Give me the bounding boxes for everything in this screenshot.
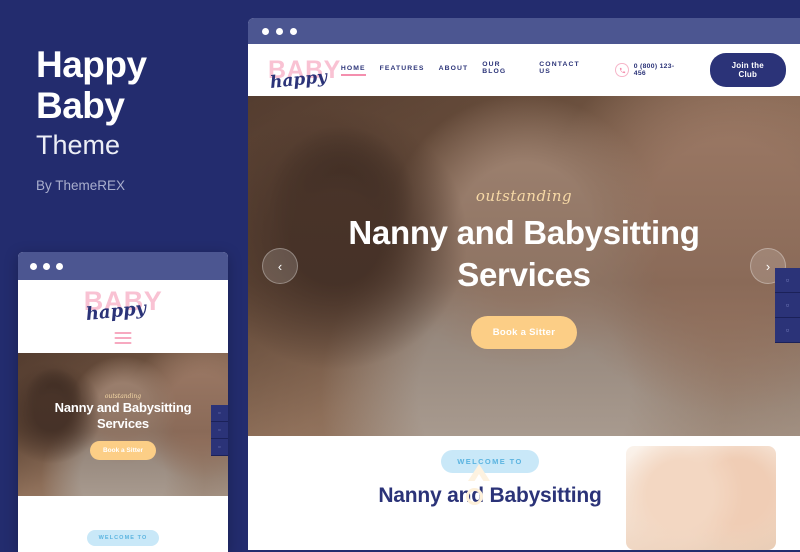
hero-slider: outstanding Nanny and Babysitting Servic…: [248, 96, 800, 436]
page-title: Happy Baby: [36, 44, 236, 126]
phone-contact[interactable]: 0 (800) 123-456: [615, 63, 683, 77]
hamburger-menu-icon[interactable]: [114, 332, 132, 347]
traffic-light-maximize-icon[interactable]: [290, 27, 297, 35]
slider-prev-arrow-icon[interactable]: ‹: [262, 248, 298, 284]
mobile-hero: outstanding Nanny and Babysitting Servic…: [18, 353, 228, 496]
mobile-book-a-sitter-button[interactable]: Book a Sitter: [89, 441, 157, 460]
twitter-icon[interactable]: ▫: [775, 293, 800, 318]
triangle-decoration-inner: [474, 474, 484, 482]
welcome-text-block: WELCOME TO Nanny and Babysitting: [370, 450, 610, 509]
author-credit: By ThemeREX: [36, 178, 126, 193]
traffic-light-maximize-icon[interactable]: [56, 262, 63, 270]
mobile-social-rail: ▫ ▫ ▫: [211, 405, 228, 456]
brand-block: Happy Baby Theme By ThemeREX: [36, 44, 236, 193]
traffic-light-minimize-icon[interactable]: [276, 27, 283, 35]
phone-number: 0 (800) 123-456: [633, 63, 675, 77]
welcome-photo: [626, 446, 776, 550]
phone-icon: [615, 63, 629, 77]
nav-item-contact-us[interactable]: CONTACT US: [539, 61, 591, 79]
site-logo[interactable]: BABY happy: [268, 57, 341, 92]
title-line-1: Happy: [36, 44, 147, 85]
join-the-club-button[interactable]: Join the Club: [709, 53, 786, 87]
mobile-preview-window: BABY happy outstanding Nanny and Babysit…: [18, 252, 228, 552]
burger-line: [114, 337, 132, 339]
traffic-light-minimize-icon[interactable]: [43, 262, 50, 270]
welcome-heading: Nanny and Babysitting: [378, 484, 602, 507]
hero-content: outstanding Nanny and Babysitting Servic…: [248, 96, 800, 436]
burger-line: [114, 332, 132, 334]
social-rail: ▫ ▫ ▫: [775, 268, 800, 343]
facebook-icon[interactable]: ▫: [211, 405, 228, 422]
title-line-2: Baby: [36, 85, 125, 126]
book-a-sitter-button[interactable]: Book a Sitter: [470, 316, 578, 349]
instagram-icon[interactable]: ▫: [775, 318, 800, 343]
browser-titlebar: [248, 18, 800, 44]
twitter-icon[interactable]: ▫: [211, 422, 228, 439]
nav-item-our-blog[interactable]: OUR BLOG: [482, 61, 525, 79]
ring-decoration: [466, 488, 483, 505]
burger-line: [114, 342, 132, 344]
nav-item-about[interactable]: ABOUT: [439, 65, 469, 76]
nav-item-home[interactable]: HOME: [340, 65, 366, 76]
instagram-icon[interactable]: ▫: [211, 439, 228, 456]
mobile-welcome-badge: WELCOME TO: [86, 530, 160, 546]
traffic-light-close-icon[interactable]: [262, 27, 269, 35]
welcome-badge: WELCOME TO: [441, 450, 539, 473]
facebook-icon[interactable]: ▫: [775, 268, 800, 293]
mobile-hero-title: Nanny and Babysitting Services: [54, 400, 192, 431]
mobile-welcome-section: WELCOME TO: [18, 496, 228, 552]
mobile-hero-content: outstanding Nanny and Babysitting Servic…: [18, 353, 228, 496]
mobile-hero-script: outstanding: [104, 393, 142, 400]
hero-script-label: outstanding: [475, 187, 573, 205]
nav-item-features[interactable]: FEATURES: [380, 65, 425, 76]
traffic-light-close-icon[interactable]: [30, 262, 37, 270]
hero-headline: Nanny and Babysitting Services: [348, 214, 700, 293]
welcome-section: WELCOME TO Nanny and Babysitting: [248, 436, 800, 550]
mobile-logo[interactable]: BABY happy: [84, 288, 163, 326]
mobile-titlebar: [18, 252, 228, 280]
page-subtitle: Theme: [36, 130, 121, 160]
main-navigation: HOME FEATURES ABOUT OUR BLOG CONTACT US …: [340, 53, 786, 87]
mobile-site-header: BABY happy: [18, 280, 228, 353]
left-info-panel: Happy Baby Theme By ThemeREX BABY happy: [0, 0, 248, 552]
site-header: BABY happy HOME FEATURES ABOUT OUR BLOG …: [248, 44, 800, 96]
browser-preview-window: BABY happy HOME FEATURES ABOUT OUR BLOG …: [248, 18, 800, 550]
